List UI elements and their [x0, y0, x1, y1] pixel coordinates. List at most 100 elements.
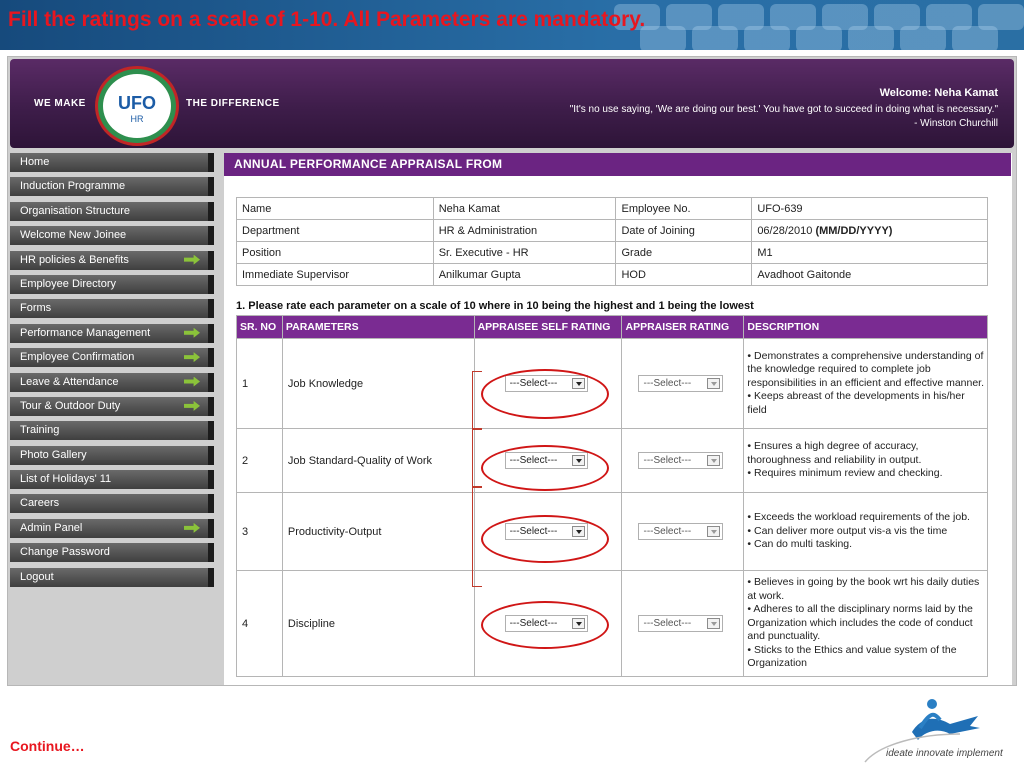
employee-info-table: Name Neha Kamat Employee No. UFO-639 Departm… — [236, 197, 988, 286]
info-row: Immediate Supervisor Anilkumar Gupta HOD Av… — [236, 263, 988, 286]
column-header: APPRAISER RATING — [621, 315, 745, 339]
info-text: Name — [242, 202, 272, 215]
sidebar-item-admin-panel[interactable]: Admin Panel — [10, 518, 214, 538]
sidebar-item-logout[interactable]: Logout — [10, 567, 214, 587]
sidebar-item-label: Leave & Attendance — [20, 375, 119, 388]
appraiser-rating-cell: ---Select--- — [621, 338, 745, 429]
info-text: Avadhoot Gaitonde — [757, 268, 852, 281]
parameter-name: Job Standard-Quality of Work — [281, 428, 475, 493]
sidebar-item-change-password[interactable]: Change Password — [10, 543, 214, 563]
arrow-right-icon — [184, 400, 200, 411]
sidebar-item-tour-outdoor-duty[interactable]: Tour & Outdoor Duty — [10, 396, 214, 416]
form-title: ANNUAL PERFORMANCE APPRAISAL FROM — [224, 153, 1011, 176]
appraiser-rating-select[interactable]: ---Select--- — [638, 452, 724, 469]
appraiser-rating-select[interactable]: ---Select--- — [638, 615, 724, 632]
sidebar-item-welcome-new-joinee[interactable]: Welcome New Joinee — [10, 226, 214, 246]
info-text: Neha Kamat — [438, 202, 500, 215]
continue-text: Continue… — [10, 738, 85, 754]
appraiser-rating-select[interactable]: ---Select--- — [638, 523, 724, 540]
row-number: 1 — [236, 338, 283, 429]
select-label: ---Select--- — [643, 455, 692, 466]
info-label: Name — [236, 197, 434, 220]
parameter-name: Job Knowledge — [281, 338, 475, 429]
info-text: Date of Joining — [621, 224, 695, 237]
sidebar-item-label: Performance Management — [20, 326, 151, 339]
arrow-right-icon — [184, 327, 200, 338]
info-label: Employee No. — [615, 197, 753, 220]
sidebar-item-label: Tour & Outdoor Duty — [20, 399, 121, 412]
parameter-name: Productivity-Output — [281, 492, 475, 571]
parameter-name: Discipline — [281, 570, 475, 677]
appraiser-rating-cell: ---Select--- — [621, 570, 745, 677]
chevron-down-icon — [707, 455, 721, 466]
info-text: Department — [242, 224, 300, 237]
sidebar-item-label: Training — [20, 424, 60, 437]
info-label: Date of Joining — [615, 219, 753, 242]
sidebar-item-label: Home — [20, 156, 50, 168]
sidebar-item-employee-confirmation[interactable]: Employee Confirmation — [10, 348, 214, 368]
sidebar-item-organisation-structure[interactable]: Organisation Structure — [10, 201, 214, 221]
slide-title: Fill the ratings on a scale of 1-10. All… — [8, 8, 646, 31]
sidebar-item-training[interactable]: Training — [10, 421, 214, 441]
highlight-ring — [481, 369, 609, 419]
footer-tagline: ideate innovate implement — [886, 748, 1003, 759]
info-value: Sr. Executive - HR — [432, 241, 617, 264]
info-text: Anilkumar Gupta — [438, 268, 521, 281]
info-text: Immediate Supervisor — [242, 268, 349, 281]
sidebar-nav: Home Induction Programme Organisation Stru… — [10, 153, 214, 592]
sidebar-item-employee-directory[interactable]: Employee Directory — [10, 274, 214, 294]
info-label: Grade — [615, 241, 753, 264]
sidebar-item-forms[interactable]: Forms — [10, 299, 214, 319]
chevron-down-icon — [707, 526, 721, 537]
annotation-bracket — [472, 429, 482, 487]
appraiser-rating-cell: ---Select--- — [621, 428, 745, 493]
select-label: ---Select--- — [643, 526, 692, 537]
sidebar-item-photo-gallery[interactable]: Photo Gallery — [10, 445, 214, 465]
parameter-description: • Demonstrates a comprehensive understan… — [743, 338, 988, 429]
info-text: M1 — [757, 246, 773, 259]
highlight-ring — [481, 445, 609, 491]
info-value: HR & Administration — [432, 219, 617, 242]
ufo-hr-logo[interactable]: UFO HR — [98, 69, 176, 143]
sidebar-item-home[interactable]: Home — [10, 153, 214, 172]
info-label: Position — [236, 241, 434, 264]
sidebar-item-hr-policies-benefits[interactable]: HR policies & Benefits — [10, 250, 214, 270]
sidebar-item-label: HR policies & Benefits — [20, 253, 129, 266]
parameter-description: • Exceeds the workload requirements of t… — [743, 492, 988, 571]
info-text: HR & Administration — [438, 224, 538, 237]
sidebar-item-leave-attendance[interactable]: Leave & Attendance — [10, 372, 214, 392]
parameter-description: • Believes in going by the book wrt his … — [743, 570, 988, 677]
sidebar-item-label: List of Holidays' 11 — [20, 473, 112, 486]
sidebar-item-label: Admin Panel — [20, 521, 83, 534]
sidebar-item-label: Photo Gallery — [20, 448, 87, 461]
column-header: APPRAISEE SELF RATING — [473, 315, 623, 339]
appraiser-rating-select[interactable]: ---Select--- — [638, 375, 724, 392]
description-text: • Demonstrates a comprehensive understan… — [747, 349, 985, 416]
info-label: Department — [236, 219, 434, 242]
sidebar-item-list-of-holidays-11[interactable]: List of Holidays' 11 — [10, 470, 214, 490]
table-row: 4 Discipline ---Select--- ---Select--- • Bel… — [236, 570, 988, 677]
sidebar-item-induction-programme[interactable]: Induction Programme — [10, 177, 214, 197]
sidebar-item-label: Careers — [20, 497, 60, 510]
column-header: PARAMETERS — [281, 315, 475, 339]
table-row: 1 Job Knowledge ---Select--- ---Select--- • … — [236, 338, 988, 429]
arrow-right-icon — [184, 376, 200, 387]
annotation-bracket — [472, 487, 482, 587]
sidebar-item-performance-management[interactable]: Performance Management — [10, 323, 214, 343]
chevron-down-icon — [707, 618, 721, 629]
info-row: Department HR & Administration Date of Joi… — [236, 219, 988, 242]
arrow-right-icon — [184, 522, 200, 533]
sidebar-item-careers[interactable]: Careers — [10, 494, 214, 514]
annotation-bracket — [472, 371, 482, 429]
app-header: WE MAKE UFO HR THE DIFFERENCE Welcome: N… — [10, 59, 1014, 148]
sidebar-item-label: Logout — [20, 570, 54, 583]
info-value: 06/28/2010 (MM/DD/YYYY) — [751, 219, 988, 242]
parameter-description: • Ensures a high degree of accuracy, tho… — [743, 428, 988, 493]
highlight-ring — [481, 515, 609, 563]
date-format-hint: (MM/DD/YYYY) — [815, 224, 893, 237]
info-value: UFO-639 — [751, 197, 988, 220]
appraiser-rating-cell: ---Select--- — [621, 492, 745, 571]
description-text: • Exceeds the workload requirements of t… — [747, 511, 970, 551]
info-text: UFO-639 — [757, 202, 803, 215]
arrow-right-icon — [184, 254, 200, 265]
